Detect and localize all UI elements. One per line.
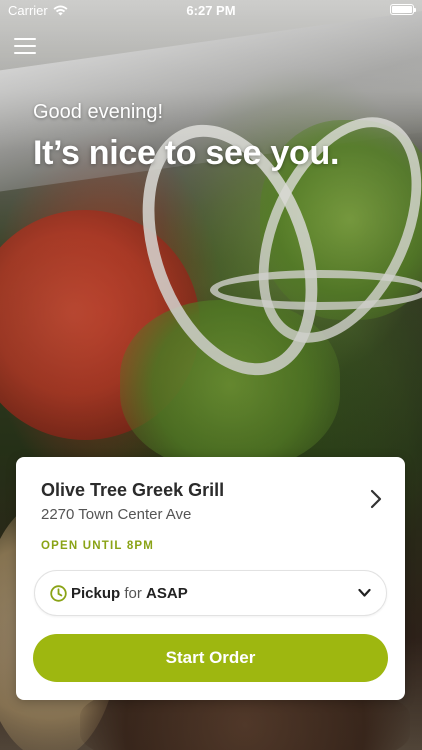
pickup-connector: for bbox=[124, 585, 142, 602]
battery-icon bbox=[390, 4, 416, 15]
clock-time: 6:27 PM bbox=[186, 3, 236, 18]
pickup-time-selector[interactable]: Pickup for ASAP bbox=[34, 570, 387, 616]
start-order-button[interactable]: Start Order bbox=[33, 634, 388, 682]
store-name[interactable]: Olive Tree Greek Grill bbox=[41, 480, 224, 501]
store-card: Olive Tree Greek Grill 2270 Town Center … bbox=[16, 457, 405, 700]
store-address: 2270 Town Center Ave bbox=[41, 506, 192, 523]
pickup-mode: Pickup bbox=[71, 585, 121, 602]
headline-text: It’s nice to see you. bbox=[33, 134, 340, 172]
clock-icon bbox=[50, 585, 67, 602]
open-status-label: OPEN UNTIL 8PM bbox=[41, 540, 155, 552]
pickup-time: ASAP bbox=[146, 585, 188, 602]
status-bar: Carrier 6:27 PM bbox=[0, 0, 422, 22]
chevron-down-icon bbox=[358, 588, 371, 597]
chevron-right-icon[interactable] bbox=[367, 487, 385, 511]
hamburger-menu-icon[interactable] bbox=[14, 38, 36, 56]
pickup-text: Pickup for ASAP bbox=[71, 585, 188, 602]
greeting-text: Good evening! bbox=[33, 101, 164, 123]
